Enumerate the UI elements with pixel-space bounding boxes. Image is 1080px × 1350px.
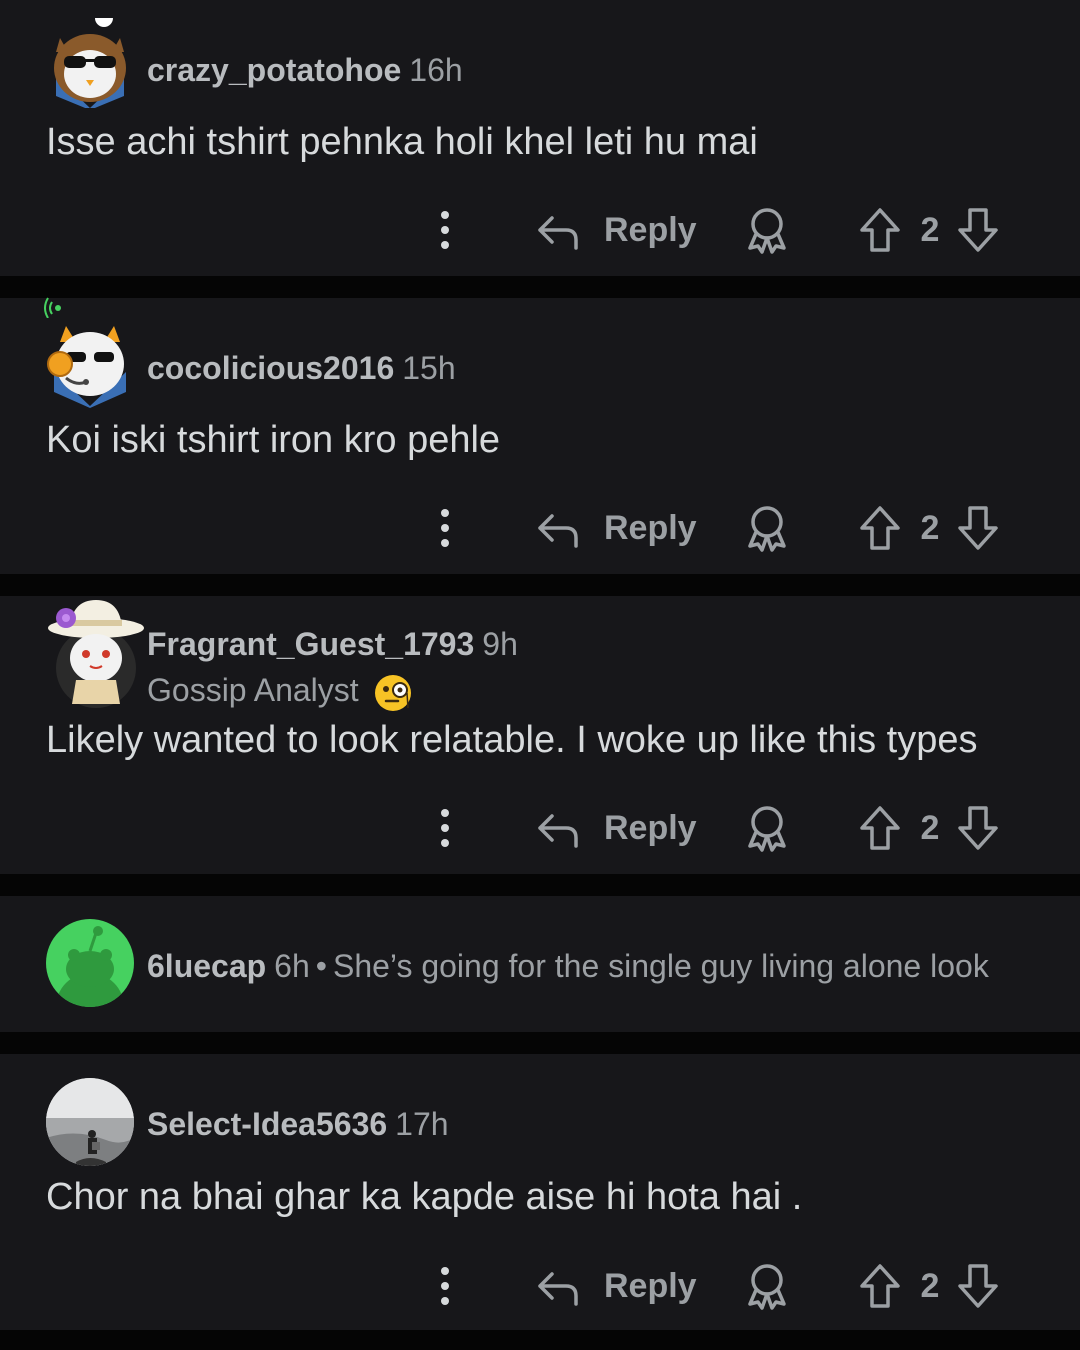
username[interactable]: 6luecap	[147, 948, 266, 984]
comment-meta: crazy_potatohoe 16h	[147, 50, 463, 90]
comment-text: She’s going for the single guy living al…	[332, 948, 989, 984]
timestamp: 9h	[482, 626, 518, 662]
timestamp: 15h	[402, 350, 456, 386]
timestamp: 16h	[409, 52, 463, 88]
vote-score: 2	[920, 809, 940, 847]
avatar[interactable]	[46, 9, 134, 110]
upvote-icon[interactable]	[858, 804, 902, 852]
avatar[interactable]	[46, 312, 134, 408]
more-options-icon[interactable]	[430, 1264, 460, 1308]
reply-button[interactable]: Reply	[604, 208, 697, 252]
username[interactable]: Fragrant_Guest_1793	[147, 626, 474, 662]
separator: •	[315, 948, 327, 984]
reply-button[interactable]: Reply	[604, 1264, 697, 1308]
award-icon[interactable]	[744, 1262, 790, 1310]
more-options-icon[interactable]	[430, 208, 460, 252]
comment-text: Likely wanted to look relatable. I woke …	[46, 719, 978, 761]
reply-icon[interactable]	[536, 1264, 580, 1308]
timestamp: 6h	[274, 948, 310, 984]
upvote-icon[interactable]	[858, 504, 902, 552]
comment-actions: Reply 2	[0, 1256, 1080, 1316]
comment-card: cocolicious2016 15h Koi iski tshirt iron …	[0, 297, 1080, 574]
vote-score: 2	[920, 1267, 940, 1305]
face-with-monocle-icon	[374, 674, 411, 711]
avatar[interactable]	[46, 596, 146, 708]
downvote-icon[interactable]	[956, 206, 1000, 254]
downvote-icon[interactable]	[956, 504, 1000, 552]
reply-icon[interactable]	[536, 506, 580, 550]
flair-text: Gossip Analyst	[147, 672, 359, 708]
reply-button[interactable]: Reply	[604, 506, 697, 550]
award-icon[interactable]	[744, 206, 790, 254]
comment-text: Koi iski tshirt iron kro pehle	[46, 419, 501, 461]
comment-text: Chor na bhai ghar ka kapde aise hi hota …	[46, 1176, 803, 1218]
avatar[interactable]	[46, 1078, 134, 1166]
vote-score: 2	[920, 211, 940, 249]
username[interactable]: Select-Idea5636	[147, 1106, 387, 1142]
comment-meta: cocolicious2016 15h	[147, 348, 456, 388]
reply-icon[interactable]	[536, 806, 580, 850]
comment-card: crazy_potatohoe 16h Isse achi tshirt pehn…	[0, 0, 1080, 276]
comment-meta: Select-Idea5636 17h	[147, 1104, 449, 1144]
more-options-icon[interactable]	[430, 506, 460, 550]
avatar[interactable]	[46, 919, 134, 1007]
comment-actions: Reply 2	[0, 798, 1080, 858]
comment-text: Isse achi tshirt pehnka holi khel leti h…	[46, 121, 758, 163]
comment-meta: Fragrant_Guest_1793 9h	[147, 624, 518, 664]
timestamp: 17h	[395, 1106, 449, 1142]
username[interactable]: crazy_potatohoe	[147, 52, 401, 88]
upvote-icon[interactable]	[858, 1262, 902, 1310]
more-options-icon[interactable]	[430, 806, 460, 850]
comment-actions: Reply 2	[0, 200, 1080, 260]
upvote-icon[interactable]	[858, 206, 902, 254]
vote-score: 2	[920, 509, 940, 547]
reply-icon[interactable]	[536, 208, 580, 252]
user-flair: Gossip Analyst	[147, 670, 412, 712]
downvote-icon[interactable]	[956, 804, 1000, 852]
award-icon[interactable]	[744, 504, 790, 552]
comment-actions: Reply 2	[0, 498, 1080, 558]
collapsed-comment-card[interactable]: 6luecap 6h • She’s going for the single guy…	[0, 896, 1080, 1032]
comment-card: Select-Idea5636 17h Chor na bhai ghar ka …	[0, 1054, 1080, 1330]
reply-button[interactable]: Reply	[604, 806, 697, 850]
comment-card: Fragrant_Guest_1793 9h Gossip Analyst Lik…	[0, 596, 1080, 874]
comment-meta: 6luecap 6h • She’s going for the single guy…	[147, 946, 989, 986]
downvote-icon[interactable]	[956, 1262, 1000, 1310]
username[interactable]: cocolicious2016	[147, 350, 394, 386]
award-icon[interactable]	[744, 804, 790, 852]
